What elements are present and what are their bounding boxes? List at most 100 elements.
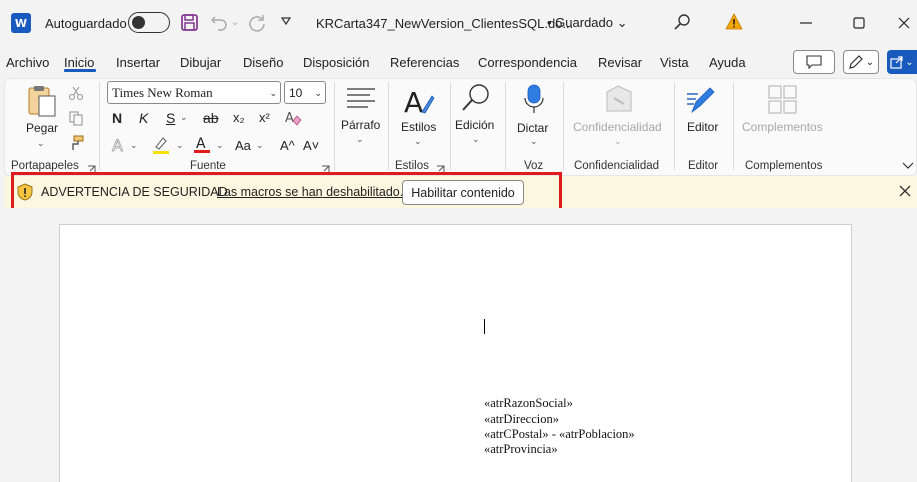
search-icon[interactable] — [672, 12, 692, 32]
editing-chevron-icon[interactable]: ⌄ — [472, 134, 480, 145]
comments-button[interactable] — [793, 50, 835, 74]
styles-label[interactable]: Estilos — [401, 120, 436, 134]
close-icon[interactable] — [893, 12, 915, 34]
chevron-down-icon: ⌄ — [269, 88, 277, 98]
merge-field-razon-social[interactable]: «atrRazonSocial» — [484, 396, 573, 411]
share-button[interactable]: ⌄ — [887, 50, 917, 74]
share-icon — [890, 56, 903, 69]
paragraph-chevron-icon[interactable]: ⌄ — [356, 134, 364, 145]
sensitivity-icon[interactable] — [604, 84, 634, 119]
tab-referencias[interactable]: Referencias — [390, 54, 459, 72]
microphone-icon[interactable] — [522, 84, 546, 121]
merge-field-provincia[interactable]: «atrProvincia» — [484, 442, 558, 457]
addins-group-label: Complementos — [745, 160, 823, 172]
text-effects-chevron-icon[interactable]: ⌄ — [130, 140, 138, 151]
merge-field-direccion[interactable]: «atrDireccion» — [484, 412, 559, 427]
sensitivity-chevron-icon[interactable]: ⌄ — [614, 136, 622, 147]
highlight-icon[interactable] — [152, 135, 170, 160]
paste-chevron-icon[interactable]: ⌄ — [37, 138, 45, 149]
merge-field-cpostal-poblacion[interactable]: «atrCPostal» - «atrPoblacion» — [484, 427, 635, 442]
highlight-chevron-icon[interactable]: ⌄ — [176, 140, 184, 151]
font-size-select[interactable]: 10 ⌄ — [284, 81, 326, 104]
document-title[interactable]: KRCarta347_NewVersion_ClientesSQL.do... — [316, 14, 573, 32]
styles-icon[interactable]: A — [403, 86, 435, 123]
word-logo-icon: W — [11, 13, 31, 33]
separator — [450, 82, 451, 170]
change-case-button[interactable]: Aa — [235, 137, 251, 155]
paragraph-icon[interactable] — [346, 86, 376, 117]
tab-ayuda[interactable]: Ayuda — [709, 54, 746, 72]
grow-font-button[interactable]: A^ — [280, 137, 295, 155]
addins-icon[interactable] — [768, 85, 798, 120]
tab-correspondencia[interactable]: Correspondencia — [478, 54, 577, 72]
close-warning-icon[interactable] — [899, 184, 913, 198]
separator — [674, 82, 675, 170]
warning-icon[interactable] — [725, 13, 743, 31]
undo-icon[interactable] — [209, 12, 229, 32]
editing-label[interactable]: Edición — [455, 118, 494, 132]
sensitivity-group-label: Confidencialidad — [574, 160, 660, 172]
editor-icon[interactable] — [686, 84, 718, 121]
tab-revisar[interactable]: Revisar — [598, 54, 642, 72]
paste-icon[interactable] — [26, 84, 58, 123]
tab-archivo[interactable]: Archivo — [6, 54, 49, 72]
paragraph-label[interactable]: Párrafo — [341, 118, 380, 132]
addins-label[interactable]: Complementos — [742, 120, 823, 134]
font-name-value: Times New Roman — [112, 85, 213, 100]
document-page[interactable] — [59, 224, 852, 482]
subscript-button[interactable]: x₂ — [233, 109, 245, 127]
maximize-icon[interactable] — [850, 14, 868, 32]
autosave-label: Autoguardado — [45, 15, 127, 31]
active-tab-indicator — [64, 69, 96, 72]
change-case-chevron-icon[interactable]: ⌄ — [256, 140, 264, 151]
save-status[interactable]: • Guardado ⌄ — [547, 14, 628, 32]
save-icon[interactable] — [180, 13, 199, 32]
chevron-down-icon: ⌄ — [865, 56, 875, 68]
copy-icon[interactable] — [68, 110, 84, 131]
shrink-font-button[interactable]: A˅ — [303, 137, 319, 155]
dictate-label[interactable]: Dictar — [517, 121, 548, 135]
bold-button[interactable]: N — [112, 109, 122, 127]
editing-mode-button[interactable]: ⌄ — [843, 50, 879, 74]
font-color-icon[interactable]: A — [194, 134, 210, 159]
text-effects-icon[interactable]: A — [111, 136, 127, 159]
underline-chevron-icon[interactable]: ⌄ — [180, 112, 188, 123]
collapse-ribbon-icon[interactable] — [902, 157, 914, 175]
tab-insertar[interactable]: Insertar — [116, 54, 160, 72]
italic-button[interactable]: K — [139, 109, 148, 127]
svg-text:A: A — [112, 136, 123, 154]
tab-vista[interactable]: Vista — [660, 54, 689, 72]
undo-dropdown-icon[interactable]: ⌄ — [230, 14, 240, 30]
separator — [99, 82, 100, 170]
sensitivity-label[interactable]: Confidencialidad — [573, 120, 662, 134]
separator — [563, 82, 564, 170]
tab-dibujar[interactable]: Dibujar — [180, 54, 221, 72]
paste-label[interactable]: Pegar — [26, 121, 58, 135]
clear-formatting-icon[interactable]: A — [284, 109, 302, 132]
format-painter-icon[interactable] — [68, 135, 84, 156]
customize-quick-access-icon[interactable] — [279, 13, 293, 31]
cut-icon[interactable] — [68, 85, 84, 106]
editor-group-label: Editor — [688, 160, 719, 172]
autosave-toggle[interactable] — [128, 12, 170, 33]
underline-button[interactable]: S — [166, 109, 175, 127]
separator — [334, 82, 335, 170]
font-color-chevron-icon[interactable]: ⌄ — [216, 140, 224, 151]
editor-label[interactable]: Editor — [687, 120, 718, 134]
comment-icon — [806, 55, 822, 69]
toggle-knob — [132, 16, 145, 29]
tab-disposicion[interactable]: Disposición — [303, 54, 369, 72]
svg-text:A: A — [196, 136, 206, 152]
dictate-chevron-icon[interactable]: ⌄ — [530, 136, 538, 147]
tab-diseno[interactable]: Diseño — [243, 54, 283, 72]
title-bar: W Autoguardado ⌄ KRCarta347_NewVersion_C… — [0, 0, 917, 46]
find-icon[interactable] — [460, 82, 492, 119]
text-cursor — [484, 319, 485, 334]
minimize-icon[interactable] — [797, 14, 815, 32]
superscript-button[interactable]: x² — [259, 109, 270, 127]
styles-chevron-icon[interactable]: ⌄ — [414, 136, 422, 147]
font-size-value: 10 — [289, 86, 303, 100]
font-name-select[interactable]: Times New Roman ⌄ — [107, 81, 281, 104]
strikethrough-button[interactable]: ab — [203, 109, 219, 127]
redo-icon[interactable] — [246, 12, 268, 34]
